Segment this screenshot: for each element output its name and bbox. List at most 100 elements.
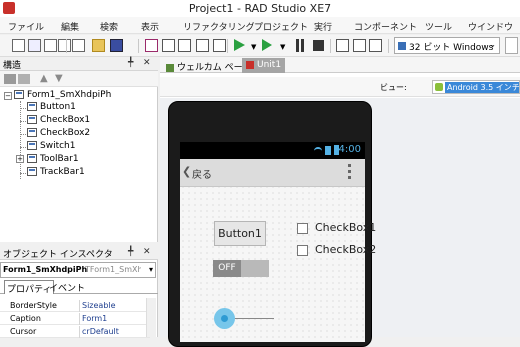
tree-collapse-icon[interactable]: − xyxy=(4,92,12,100)
menu-project[interactable]: プロジェクト xyxy=(254,20,308,33)
tree-item-switch1[interactable]: Switch1 xyxy=(27,141,75,153)
property-row[interactable]: Caption Form1 xyxy=(0,313,150,325)
checkbox1-label[interactable]: CheckBox1 xyxy=(315,221,376,234)
tree-guide-line xyxy=(20,101,21,179)
menu-window[interactable]: ウインドウ xyxy=(468,20,513,33)
inspector-scrollbar[interactable] xyxy=(146,298,156,337)
checkbox2-box[interactable] xyxy=(297,245,308,256)
structure-toolbar: ▲ ▼ xyxy=(0,71,158,87)
column-divider xyxy=(79,300,80,312)
structure-title: 構造 xyxy=(3,61,22,71)
back-button[interactable]: 戻る xyxy=(192,166,212,181)
button1[interactable]: Button1 xyxy=(214,221,266,246)
collapse-folder-icon[interactable] xyxy=(18,74,30,84)
menu-tools[interactable]: ツール xyxy=(425,20,452,33)
tree-item-label: CheckBox2 xyxy=(40,128,91,138)
copy-icon[interactable] xyxy=(44,39,57,52)
tree-item-toolbar1[interactable]: ToolBar1 xyxy=(27,154,79,166)
arrow-up-icon[interactable]: ▲ xyxy=(40,73,48,84)
property-value[interactable]: Form1 xyxy=(82,314,107,323)
device-status-bar: 4:00 xyxy=(180,142,365,159)
toggle-form-unit-icon[interactable] xyxy=(178,39,191,52)
toolbar-separator xyxy=(138,39,139,53)
android-device-frame: 4:00 ❮ 戻る Button1 OFF CheckBox1 CheckBox… xyxy=(168,101,376,347)
toolbar-component-icon xyxy=(27,154,37,163)
menu-file[interactable]: ファイル xyxy=(8,20,44,33)
view-select[interactable]: Android 3.5 インチ ス xyxy=(432,80,520,94)
object-selector[interactable]: Form1_SmXhdpiPh TForm1_SmXhdpi ▾ xyxy=(0,262,156,278)
form-canvas[interactable]: 4:00 ❮ 戻る Button1 OFF CheckBox1 CheckBox… xyxy=(180,142,376,342)
toolbar-overflow-button[interactable] xyxy=(505,37,518,54)
tree-guide-line xyxy=(20,173,26,174)
checkbox-component-icon xyxy=(27,128,37,137)
trace-to-next-line-icon[interactable] xyxy=(369,39,382,52)
tab-events[interactable]: イベント xyxy=(47,280,87,294)
trace-into-icon[interactable] xyxy=(336,39,349,52)
view-value: Android 3.5 インチ ス xyxy=(445,82,519,93)
tree-guide-line xyxy=(20,121,26,122)
open-folder-icon[interactable] xyxy=(92,39,105,52)
property-value[interactable]: crDefault xyxy=(82,327,119,336)
run-without-debug-icon[interactable] xyxy=(262,39,272,51)
document-tabs: ウェルカム ページ Unit1 xyxy=(160,57,520,73)
close-icon[interactable]: ✕ xyxy=(143,247,151,257)
property-row[interactable]: BorderStyle Sizeable xyxy=(0,300,150,312)
column-divider xyxy=(79,313,80,325)
tree-item-trackbar1[interactable]: TrackBar1 xyxy=(27,167,85,179)
tree-root-form[interactable]: Form1_SmXhdpiPh xyxy=(14,90,111,102)
expand-folder-icon[interactable] xyxy=(4,74,16,84)
form-designer: ウェルカム ページ Unit1 ビュー: Android 3.5 インチ ス 4… xyxy=(160,57,520,347)
tree-item-checkbox1[interactable]: CheckBox1 xyxy=(27,115,90,127)
menu-search[interactable]: 検索 xyxy=(100,20,118,33)
step-over-icon[interactable] xyxy=(353,39,366,52)
back-chevron-icon: ❮ xyxy=(182,165,192,178)
menu-view[interactable]: 表示 xyxy=(141,20,159,33)
trackbar1-thumb[interactable] xyxy=(214,308,235,329)
toolbar1[interactable]: ❮ 戻る xyxy=(180,159,365,187)
new-form-icon[interactable] xyxy=(28,39,41,52)
menu-run[interactable]: 実行 xyxy=(314,20,332,33)
close-icon[interactable]: ✕ xyxy=(143,58,151,68)
tree-guide-line xyxy=(20,147,26,148)
signal-icon xyxy=(325,146,331,155)
pause-icon[interactable] xyxy=(296,39,299,52)
view-unit-icon[interactable] xyxy=(213,39,226,52)
property-value[interactable]: Sizeable xyxy=(82,301,116,310)
tab-unit1[interactable]: Unit1 xyxy=(242,58,286,73)
stop-icon[interactable] xyxy=(313,40,324,51)
tree-item-checkbox2[interactable]: CheckBox2 xyxy=(27,128,90,140)
trackbar-component-icon xyxy=(27,167,37,176)
switch1[interactable]: OFF xyxy=(213,260,269,277)
pin-icon[interactable]: ╇ xyxy=(128,58,133,68)
new-unit-icon[interactable] xyxy=(72,39,85,52)
run-without-debug-dropdown-icon[interactable]: ▼ xyxy=(280,43,293,56)
android-icon xyxy=(435,83,443,91)
save-all-icon[interactable] xyxy=(145,39,158,52)
menu-component[interactable]: コンポーネント xyxy=(354,20,417,33)
arrow-down-icon[interactable]: ▼ xyxy=(55,73,63,84)
main-toolbar: ▼ ▼ 32 ビット Windows ⌄ xyxy=(0,35,520,57)
menu-edit[interactable]: 編集 xyxy=(61,20,79,33)
tree-item-label: TrackBar1 xyxy=(40,167,85,177)
view-form-icon[interactable] xyxy=(196,39,209,52)
new-items-icon[interactable] xyxy=(58,39,71,52)
tab-label: Unit1 xyxy=(257,60,282,70)
pin-icon[interactable]: ╇ xyxy=(128,247,133,257)
button-component-icon xyxy=(27,102,37,111)
tree-item-button1[interactable]: Button1 xyxy=(27,102,76,114)
open-project-icon[interactable] xyxy=(162,39,175,52)
title-bar: Project1 - RAD Studio XE7 xyxy=(0,0,520,17)
overflow-menu-icon[interactable] xyxy=(348,164,352,182)
property-row[interactable]: Cursor crDefault xyxy=(0,326,150,338)
checkbox2-label[interactable]: CheckBox2 xyxy=(315,243,376,256)
menu-refactor[interactable]: リファクタリング xyxy=(183,20,255,33)
save-icon[interactable] xyxy=(110,39,123,52)
target-platform-select[interactable]: 32 ビット Windows ⌄ xyxy=(394,37,500,54)
tree-expand-icon[interactable]: + xyxy=(16,155,24,163)
run-icon[interactable] xyxy=(234,39,245,51)
tree-guide-line xyxy=(20,108,26,109)
tree-item-label: ToolBar1 xyxy=(40,154,79,164)
checkbox-component-icon xyxy=(27,115,37,124)
checkbox1-box[interactable] xyxy=(297,223,308,234)
new-file-icon[interactable] xyxy=(12,39,25,52)
